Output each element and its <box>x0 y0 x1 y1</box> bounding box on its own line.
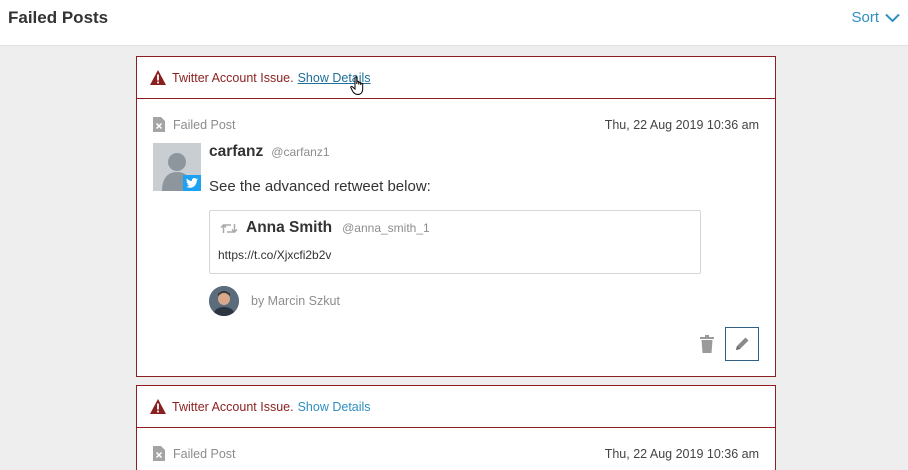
quoted-tweet: Anna Smith @anna_smith_1 https://t.co/Xj… <box>209 210 701 274</box>
user-avatar <box>209 286 239 316</box>
failed-post-card: Twitter Account Issue. Show Details Fail… <box>136 385 776 470</box>
issue-banner: Twitter Account Issue. Show Details <box>137 386 775 428</box>
sort-label: Sort <box>851 9 879 26</box>
warning-icon <box>150 399 166 414</box>
post-actions <box>697 327 759 361</box>
edit-button[interactable] <box>725 327 759 361</box>
quoted-author-handle: @anna_smith_1 <box>342 221 430 235</box>
quoted-author-name: Anna Smith <box>246 219 333 236</box>
post-byline: by Marcin Szkut <box>209 286 340 316</box>
post-date: Thu, 22 Aug 2019 10:36 am <box>604 446 759 461</box>
author-handle: @carfanz1 <box>271 145 330 159</box>
failed-document-icon <box>153 446 165 461</box>
post-meta: Failed Post Thu, 22 Aug 2019 10:36 am <box>153 117 759 132</box>
avatar <box>153 143 201 191</box>
delete-button[interactable] <box>697 334 717 354</box>
issue-banner: Twitter Account Issue. Show Details <box>137 57 775 99</box>
pencil-icon <box>736 337 749 350</box>
post-author: carfanz @carfanz1 <box>209 143 330 161</box>
post-meta: Failed Post Thu, 22 Aug 2019 10:36 am <box>153 446 759 461</box>
author-byline: by Marcin Szkut <box>251 294 340 308</box>
sort-button[interactable]: Sort <box>851 9 900 26</box>
failed-post-card: Twitter Account Issue. Show Details Fail… <box>136 56 776 377</box>
failed-document-icon <box>153 117 165 132</box>
quoted-url[interactable]: https://t.co/Xjxcfi2b2v <box>218 248 331 262</box>
chevron-down-icon <box>885 13 900 22</box>
author-name: carfanz <box>209 143 264 160</box>
post-status: Failed Post <box>173 446 236 461</box>
post-date: Thu, 22 Aug 2019 10:36 am <box>604 117 759 132</box>
post-text: See the advanced retweet below: <box>209 178 431 195</box>
retweet-icon <box>220 223 238 233</box>
issue-text: Twitter Account Issue. <box>172 399 294 414</box>
post-status: Failed Post <box>173 117 236 132</box>
page-title: Failed Posts <box>8 8 109 27</box>
warning-icon <box>150 70 166 85</box>
page-header: Failed Posts Sort <box>0 0 908 46</box>
twitter-badge-icon <box>183 175 201 191</box>
show-details-link[interactable]: Show Details <box>298 400 371 414</box>
issue-text: Twitter Account Issue. <box>172 70 294 85</box>
trash-icon <box>700 335 714 353</box>
hand-cursor-icon <box>350 76 364 96</box>
